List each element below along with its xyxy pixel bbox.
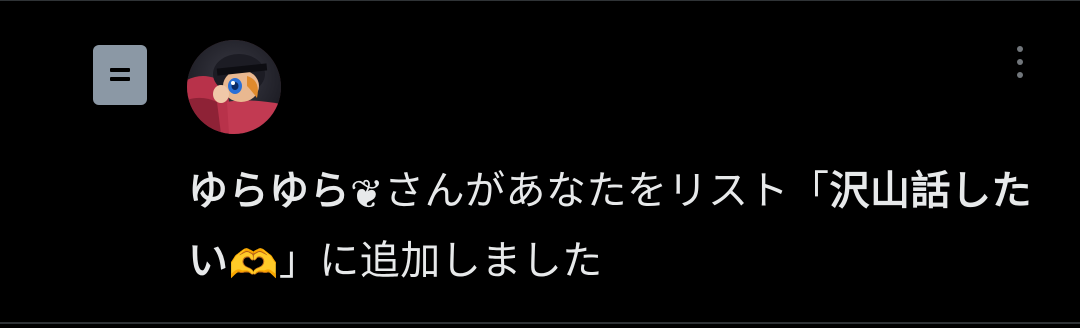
notification-text: ゆらゆら❦さんがあなたをリスト「沢山話したい🫶」に追加しました [188, 158, 1048, 298]
more-options-button[interactable] [1004, 42, 1036, 86]
more-options-icon [1017, 59, 1023, 65]
list-icon-bar [110, 68, 130, 72]
user-name-emoji: ❦ [350, 172, 385, 218]
user-avatar[interactable] [187, 40, 281, 134]
notification-body-text-end: 」に追加しました [278, 238, 603, 284]
bottom-divider [0, 322, 1080, 324]
more-options-icon [1017, 46, 1023, 52]
list-icon [93, 45, 147, 105]
top-divider [0, 0, 1080, 1]
list-icon-bar [110, 77, 130, 81]
list-name-emoji: 🫶 [228, 242, 279, 288]
more-options-icon [1017, 72, 1023, 78]
user-name-link[interactable]: ゆらゆら [188, 168, 350, 214]
notification-body-text: さんがあなたをリスト「 [384, 168, 830, 214]
avatar-image [187, 40, 281, 134]
